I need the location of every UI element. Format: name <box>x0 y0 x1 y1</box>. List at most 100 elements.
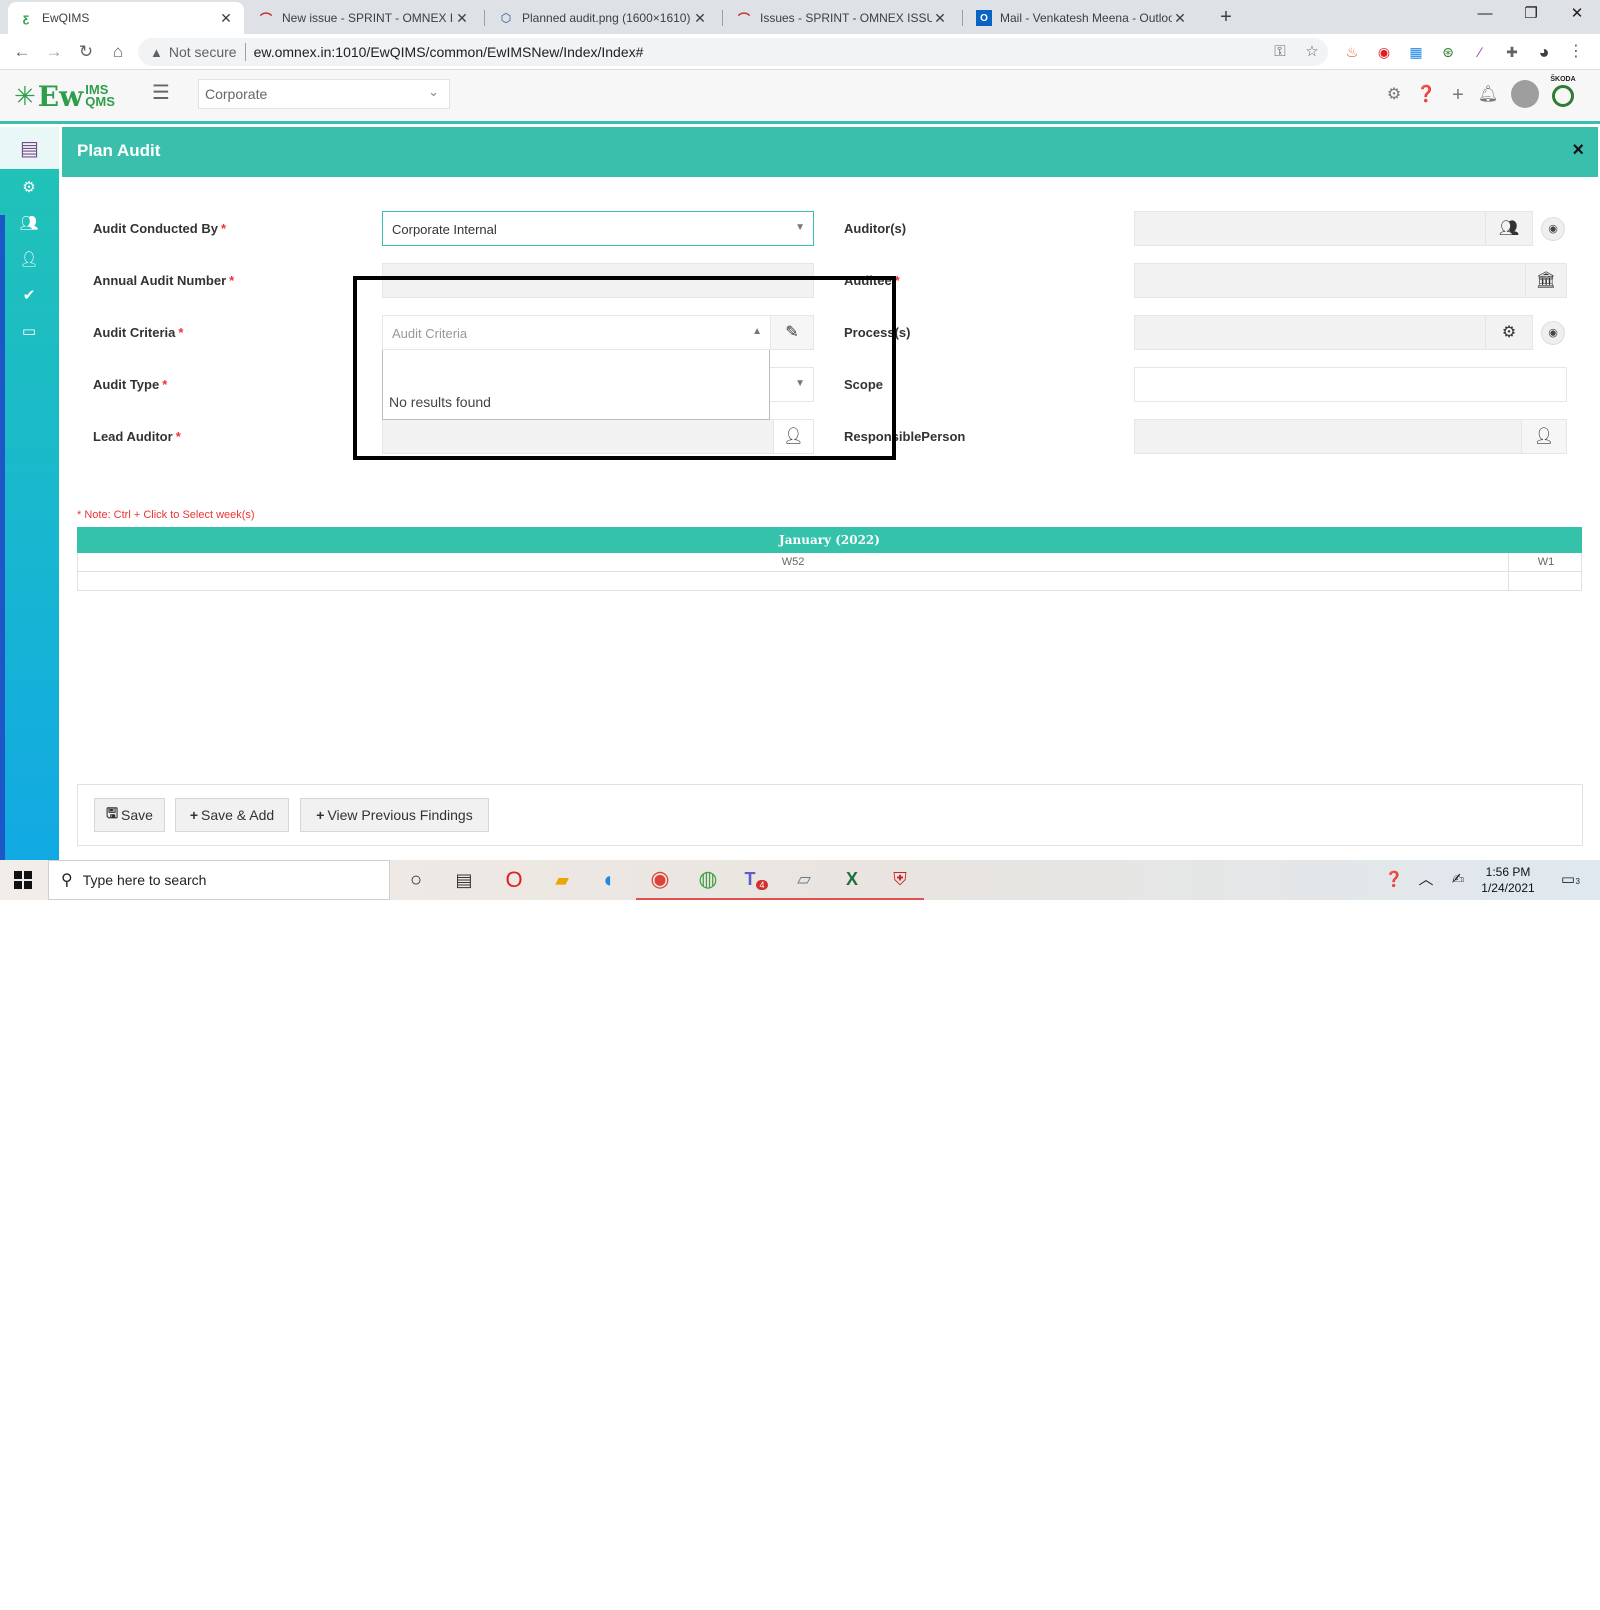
browser-tab-outlook-mail[interactable]: O Mail - Venkatesh Meena - Outlook ✕ <box>966 2 1198 34</box>
taskbar-utorrent[interactable]: ◍ <box>684 860 732 900</box>
tab-close-icon[interactable]: ✕ <box>454 10 470 27</box>
user-cog-icon: 👤︎ <box>19 251 39 268</box>
close-window-button[interactable]: ✕ <box>1554 0 1600 30</box>
sidebar-item-presentation[interactable]: ▭ <box>16 319 42 345</box>
select-auditee-button[interactable]: 🏛︎ <box>1525 263 1567 298</box>
extension-fire-icon[interactable]: ♨ <box>1342 42 1362 62</box>
extension-pen-icon[interactable]: ∕ <box>1470 42 1490 62</box>
taskbar-opera[interactable]: O <box>490 860 538 900</box>
user-avatar[interactable] <box>1511 80 1539 108</box>
ewqims-logo[interactable]: ✳ Ew IMS QMS <box>14 76 115 116</box>
sidebar-item-audit[interactable]: ▤ <box>0 127 59 169</box>
taskbar-search-box[interactable]: ⚲ Type here to search <box>48 860 390 900</box>
processes-label: Process(s) <box>844 325 911 340</box>
audit-conducted-by-select[interactable]: Corporate Internal ▼ <box>382 211 814 246</box>
task-view-button[interactable]: ▤ <box>440 860 488 900</box>
taskbar-file-explorer[interactable]: ▰ <box>538 860 586 900</box>
taskbar-clock[interactable]: 1:56 PM 1/24/2021 <box>1478 864 1538 896</box>
home-icon[interactable]: ⌂ <box>106 40 130 64</box>
help-tray-icon[interactable]: ❓ <box>1382 869 1406 891</box>
forward-arrow-icon[interactable]: → <box>42 40 66 64</box>
help-icon[interactable]: ❓ <box>1415 84 1437 106</box>
minimize-window-button[interactable]: — <box>1462 0 1508 30</box>
week-cell-w1[interactable]: W1 <box>1509 553 1583 571</box>
extension-compass-icon[interactable]: ⊛ <box>1438 42 1458 62</box>
responsible-person-label: ResponsiblePerson <box>844 429 966 444</box>
cortana-button[interactable]: ○ <box>392 860 440 900</box>
browser-tab-ewqims[interactable]: ƹ EwQIMS ✕ <box>8 2 244 34</box>
notification-count-badge: 3 <box>1575 877 1580 886</box>
view-processes-button[interactable]: ◉ <box>1541 321 1565 345</box>
tab-close-icon[interactable]: ✕ <box>932 10 948 27</box>
select-processes-button[interactable]: ⚙ <box>1485 315 1533 350</box>
audit-calendar: January (2022) W52 W1 <box>77 527 1582 591</box>
browser-menu-icon[interactable]: ⋮ <box>1566 42 1586 62</box>
tab-close-icon[interactable]: ✕ <box>1172 10 1188 27</box>
browser-tab-new-issue[interactable]: ⌒ New issue - SPRINT - OMNEX ISSUE ✕ <box>248 2 480 34</box>
settings-gear-icon[interactable]: ⚙ <box>1383 84 1405 106</box>
key-icon[interactable]: ⚿ <box>1268 38 1292 66</box>
view-auditors-button[interactable]: ◉ <box>1541 217 1565 241</box>
chevron-up-icon[interactable]: ︿ <box>1414 869 1438 891</box>
annual-audit-number-input[interactable] <box>382 263 814 298</box>
tab-close-icon[interactable]: ✕ <box>218 10 234 27</box>
taskbar-teams[interactable]: T 4 <box>732 860 780 900</box>
taskbar-notes-app[interactable]: ▱ <box>780 860 828 900</box>
eye-icon: ◉ <box>1548 327 1558 339</box>
auditee-input[interactable] <box>1134 263 1526 298</box>
select-lead-auditor-button[interactable]: 👤︎ <box>773 419 814 454</box>
redmine-icon: ⌒ <box>737 11 750 26</box>
new-tab-button[interactable]: + <box>1212 4 1240 30</box>
teams-notification-badge: 4 <box>756 880 768 890</box>
reload-icon[interactable]: ↻ <box>74 40 98 64</box>
extension-windows-icon[interactable]: ▦ <box>1406 42 1426 62</box>
audit-criteria-select[interactable]: Audit Criteria ▲ <box>382 315 771 350</box>
sidebar-item-groups[interactable]: 👥︎ <box>16 211 42 237</box>
search-icon: ⚲ <box>61 872 73 889</box>
skoda-emblem-icon <box>1552 85 1574 107</box>
extension-opera-icon[interactable]: ◉ <box>1374 42 1394 62</box>
pen-tray-icon[interactable]: ✍ <box>1446 869 1470 891</box>
close-panel-button[interactable]: × <box>1572 139 1584 162</box>
browser-tab-issues[interactable]: ⌒ Issues - SPRINT - OMNEX ISSUE ✕ <box>726 2 958 34</box>
auditors-input[interactable] <box>1134 211 1486 246</box>
tab-close-icon[interactable]: ✕ <box>692 10 708 27</box>
view-previous-findings-button[interactable]: + View Previous Findings <box>300 798 489 832</box>
save-and-add-button[interactable]: + Save & Add <box>175 798 289 832</box>
windows-start-button[interactable] <box>14 871 32 889</box>
extensions-puzzle-icon[interactable]: ✚ <box>1502 42 1522 62</box>
sidebar-item-user-settings[interactable]: 👤︎ <box>16 247 42 273</box>
bookmark-star-icon[interactable]: ☆ <box>1300 38 1324 66</box>
back-arrow-icon[interactable]: ← <box>10 40 34 64</box>
edit-audit-criteria-button[interactable]: ✎ <box>770 315 814 350</box>
sidebar-item-settings[interactable]: ⚙ <box>16 175 42 201</box>
add-icon[interactable]: + <box>1447 84 1469 106</box>
profile-icon[interactable]: ◕ <box>1534 42 1554 62</box>
taskbar-edge[interactable]: ◐ <box>586 860 634 900</box>
url-text[interactable]: ew.omnex.in:1010/EwQIMS/common/EwIMSNew/… <box>254 44 644 60</box>
responsible-person-input[interactable] <box>1134 419 1522 454</box>
taskbar-security-app[interactable]: ⛨ <box>876 860 924 900</box>
presentation-icon: ▭ <box>21 323 37 340</box>
restore-window-button[interactable]: ❐ <box>1508 0 1554 30</box>
tab-separator <box>722 10 723 26</box>
notification-bell-icon[interactable]: 🔔︎ <box>1477 84 1499 106</box>
browser-tab-planned-audit-png[interactable]: ⬡ Planned audit.png (1600×1610) ✕ <box>488 2 718 34</box>
processes-input[interactable] <box>1134 315 1486 350</box>
taskbar-excel[interactable]: X <box>828 860 876 900</box>
hamburger-menu-icon[interactable]: ☰ <box>152 80 170 105</box>
redmine-icon: ⌒ <box>259 11 272 26</box>
lead-auditor-input[interactable] <box>382 419 774 454</box>
notification-center-icon[interactable]: ▭ 3 <box>1556 869 1580 891</box>
left-sidebar: ▤ ⚙ 👥︎ 👤︎ ✔ ▭ <box>0 127 59 860</box>
scope-input[interactable] <box>1134 367 1567 402</box>
save-button[interactable]: 🖫︎ Save <box>94 798 165 832</box>
week-cell-w52[interactable]: W52 <box>78 553 1508 571</box>
select-auditors-button[interactable]: 👥︎ <box>1485 211 1533 246</box>
address-bar[interactable]: ▲ Not secure ew.omnex.in:1010/EwQIMS/com… <box>138 38 1328 66</box>
sidebar-item-user-check[interactable]: ✔ <box>16 283 42 309</box>
select-responsible-person-button[interactable]: 👤︎ <box>1521 419 1567 454</box>
corporate-select[interactable]: Corporate ⌄ <box>198 79 450 109</box>
security-label[interactable]: Not secure <box>169 44 237 60</box>
taskbar-chrome[interactable]: ◉ <box>636 860 684 900</box>
